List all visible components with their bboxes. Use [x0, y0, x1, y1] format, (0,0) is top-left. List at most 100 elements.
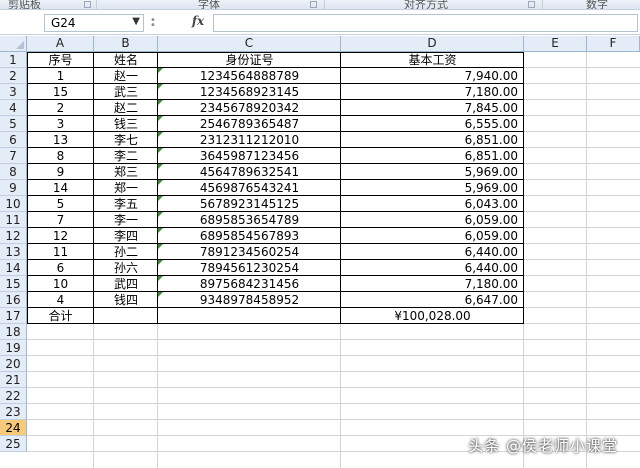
- table-cell[interactable]: 钱三: [94, 116, 158, 132]
- row-header-20[interactable]: 20: [0, 356, 27, 372]
- table-cell[interactable]: 14: [27, 180, 94, 196]
- table-cell[interactable]: 10: [27, 276, 94, 292]
- table-cell[interactable]: 郑一: [94, 180, 158, 196]
- clipboard-launcher-icon[interactable]: [84, 1, 91, 8]
- table-cell[interactable]: 武三: [94, 84, 158, 100]
- column-header-f[interactable]: F: [587, 36, 640, 52]
- table-cell[interactable]: 6895853654789: [158, 212, 341, 228]
- table-header-cell[interactable]: 序号: [27, 52, 94, 68]
- table-cell[interactable]: 7,940.00: [341, 68, 524, 84]
- table-cell[interactable]: 12: [27, 228, 94, 244]
- table-cell[interactable]: 6,440.00: [341, 260, 524, 276]
- table-cell[interactable]: 李二: [94, 148, 158, 164]
- table-cell[interactable]: 5,969.00: [341, 164, 524, 180]
- table-cell[interactable]: 4564789632541: [158, 164, 341, 180]
- table-cell[interactable]: 6: [27, 260, 94, 276]
- row-header-19[interactable]: 19: [0, 340, 27, 356]
- column-header-e[interactable]: E: [524, 36, 587, 52]
- font-launcher-icon[interactable]: [310, 1, 317, 8]
- chevron-down-icon[interactable]: ▼: [132, 16, 140, 27]
- formula-input[interactable]: [214, 14, 638, 32]
- table-cell[interactable]: 3: [27, 116, 94, 132]
- table-cell[interactable]: 5,969.00: [341, 180, 524, 196]
- column-header-c[interactable]: C: [158, 36, 341, 52]
- table-cell[interactable]: 郑三: [94, 164, 158, 180]
- total-value-cell[interactable]: ¥100,028.00: [341, 308, 524, 324]
- row-header-17[interactable]: 17: [0, 308, 27, 324]
- table-cell[interactable]: 李五: [94, 196, 158, 212]
- table-cell[interactable]: 7,845.00: [341, 100, 524, 116]
- row-header-10[interactable]: 10: [0, 196, 27, 212]
- row-header-8[interactable]: 8: [0, 164, 27, 180]
- table-cell[interactable]: 6,851.00: [341, 132, 524, 148]
- table-cell[interactable]: 11: [27, 244, 94, 260]
- column-header-b[interactable]: B: [94, 36, 158, 52]
- row-header-1[interactable]: 1: [0, 52, 27, 68]
- row-header-13[interactable]: 13: [0, 244, 27, 260]
- row-header-3[interactable]: 3: [0, 84, 27, 100]
- table-cell[interactable]: 6,647.00: [341, 292, 524, 308]
- table-cell[interactable]: 孙二: [94, 244, 158, 260]
- row-header-15[interactable]: 15: [0, 276, 27, 292]
- table-cell[interactable]: 6,059.00: [341, 228, 524, 244]
- row-header-11[interactable]: 11: [0, 212, 27, 228]
- row-header-7[interactable]: 7: [0, 148, 27, 164]
- table-cell[interactable]: 2312311212010: [158, 132, 341, 148]
- row-header-22[interactable]: 22: [0, 388, 27, 404]
- table-cell[interactable]: 6,851.00: [341, 148, 524, 164]
- row-header-5[interactable]: 5: [0, 116, 27, 132]
- table-cell[interactable]: 7891234560254: [158, 244, 341, 260]
- table-header-cell[interactable]: 基本工资: [341, 52, 524, 68]
- select-all-button[interactable]: [0, 36, 27, 52]
- column-header-a[interactable]: A: [27, 36, 94, 52]
- table-cell[interactable]: 武四: [94, 276, 158, 292]
- table-cell[interactable]: 6,555.00: [341, 116, 524, 132]
- row-header-23[interactable]: 23: [0, 404, 27, 420]
- table-cell[interactable]: 李一: [94, 212, 158, 228]
- table-cell[interactable]: 5: [27, 196, 94, 212]
- table-cell[interactable]: 6,043.00: [341, 196, 524, 212]
- table-cell[interactable]: 5678923145125: [158, 196, 341, 212]
- row-header-4[interactable]: 4: [0, 100, 27, 116]
- table-cell[interactable]: 1234564888789: [158, 68, 341, 84]
- name-box[interactable]: G24 ▼: [44, 14, 144, 32]
- row-header-9[interactable]: 9: [0, 180, 27, 196]
- column-header-d[interactable]: D: [341, 36, 524, 52]
- grip-icon[interactable]: • •: [150, 16, 156, 31]
- table-cell[interactable]: 1234568923145: [158, 84, 341, 100]
- total-label-cell[interactable]: 合计: [27, 308, 94, 324]
- table-cell[interactable]: 孙六: [94, 260, 158, 276]
- table-cell[interactable]: 1: [27, 68, 94, 84]
- row-header-16[interactable]: 16: [0, 292, 27, 308]
- row-header-24[interactable]: 24: [0, 420, 27, 436]
- table-cell[interactable]: 6895854567893: [158, 228, 341, 244]
- row-header-21[interactable]: 21: [0, 372, 27, 388]
- table-cell[interactable]: 4569876543241: [158, 180, 341, 196]
- table-cell[interactable]: 钱四: [94, 292, 158, 308]
- table-cell[interactable]: 8975684231456: [158, 276, 341, 292]
- table-cell[interactable]: 赵二: [94, 100, 158, 116]
- row-header-6[interactable]: 6: [0, 132, 27, 148]
- table-cell[interactable]: 6,059.00: [341, 212, 524, 228]
- row-header-12[interactable]: 12: [0, 228, 27, 244]
- table-cell[interactable]: 7: [27, 212, 94, 228]
- table-cell[interactable]: 7,180.00: [341, 276, 524, 292]
- table-cell[interactable]: 9348978458952: [158, 292, 341, 308]
- table-cell[interactable]: 15: [27, 84, 94, 100]
- table-header-cell[interactable]: 身份证号: [158, 52, 341, 68]
- alignment-launcher-icon[interactable]: [528, 1, 535, 8]
- table-cell[interactable]: 2345678920342: [158, 100, 341, 116]
- row-header-14[interactable]: 14: [0, 260, 27, 276]
- row-header-25[interactable]: 25: [0, 436, 27, 452]
- table-cell[interactable]: 3645987123456: [158, 148, 341, 164]
- insert-function-button[interactable]: fx: [186, 14, 210, 32]
- table-cell[interactable]: 7894561230254: [158, 260, 341, 276]
- table-cell[interactable]: 6,440.00: [341, 244, 524, 260]
- table-cell[interactable]: 7,180.00: [341, 84, 524, 100]
- table-cell[interactable]: 李四: [94, 228, 158, 244]
- table-cell[interactable]: 8: [27, 148, 94, 164]
- table-cell[interactable]: 李七: [94, 132, 158, 148]
- table-cell[interactable]: 2: [27, 100, 94, 116]
- table-cell[interactable]: 9: [27, 164, 94, 180]
- worksheet[interactable]: A B C D E F 1 2 3 4 5 6 7 8 9 10 11 12 13 14 15 16 17 18 19 20 21 2…: [0, 36, 640, 468]
